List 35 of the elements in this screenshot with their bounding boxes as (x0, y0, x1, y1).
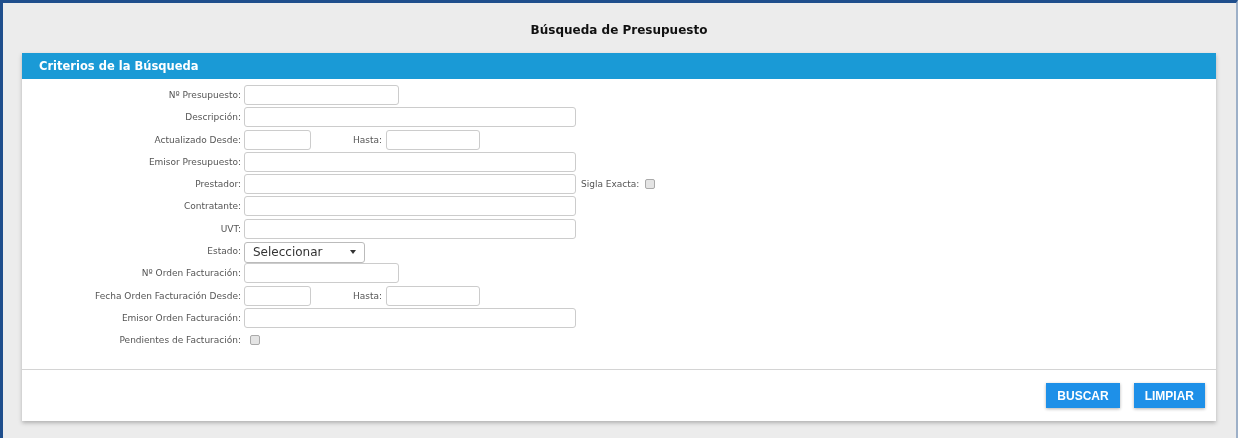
clear-button[interactable]: LIMPIAR (1133, 383, 1205, 408)
search-button[interactable]: BUSCAR (1046, 383, 1120, 408)
field-label: Emisor Orden Facturación: (120, 312, 242, 323)
date-field[interactable] (386, 129, 481, 150)
checkbox[interactable] (645, 179, 656, 190)
input-field[interactable] (244, 85, 399, 105)
field-label: Prestador: (194, 179, 242, 190)
input-field[interactable] (244, 218, 576, 239)
field-label: Fecha Orden Facturación Desde: (94, 290, 242, 301)
field-label: Nº Orden Facturación: (140, 268, 242, 279)
checkbox[interactable] (250, 335, 260, 346)
window-title: Búsqueda de Presupuesto (530, 22, 708, 37)
field-label: Hasta: (353, 134, 383, 145)
caret-icon (350, 250, 356, 255)
date-field[interactable] (244, 129, 311, 150)
date-field[interactable] (244, 285, 311, 306)
field-label: Hasta: (353, 290, 383, 301)
field-label: Actualizado Desde: (153, 134, 242, 145)
input-field[interactable] (244, 174, 576, 195)
input-field[interactable] (244, 263, 399, 284)
panel-header: Criterios de la Búsqueda (22, 53, 1216, 79)
field-label: Estado: (206, 246, 242, 257)
status-dropdown[interactable]: Seleccionar (244, 241, 365, 263)
date-field[interactable] (386, 285, 481, 306)
input-field[interactable] (244, 307, 576, 328)
input-field[interactable] (244, 107, 576, 128)
field-label: Sigla Exacta: (581, 179, 640, 190)
field-label: Contratante: (182, 201, 242, 212)
field-label: UVT: (219, 223, 242, 234)
field-label: Descripción: (184, 112, 242, 123)
input-field[interactable] (244, 196, 576, 217)
field-label: Nº Presupuesto: (167, 90, 242, 100)
field-label: Pendientes de Facturación: (118, 335, 242, 346)
field-label: Emisor Presupuesto: (147, 156, 242, 167)
input-field[interactable] (244, 151, 576, 172)
